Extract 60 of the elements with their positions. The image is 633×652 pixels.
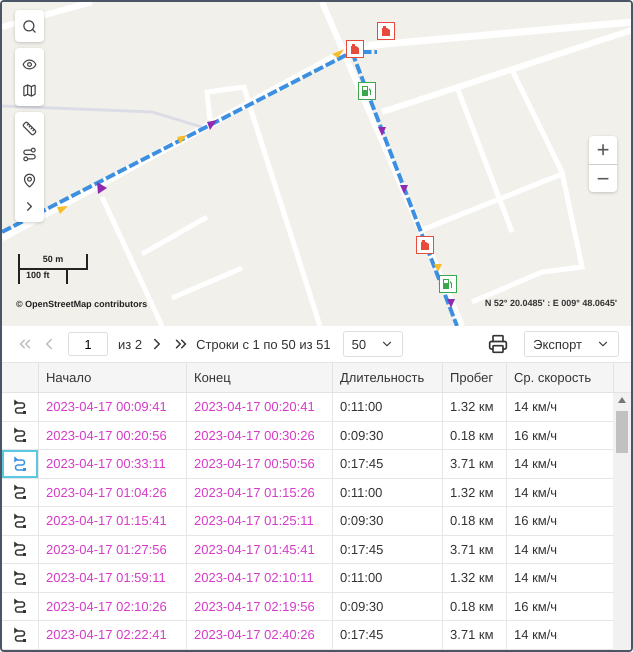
end-time-link[interactable]: 2023-04-17 01:15:26	[186, 478, 332, 506]
start-time-link[interactable]: 2023-04-17 01:59:11	[38, 564, 186, 592]
end-time-link[interactable]: 2023-04-17 01:45:41	[186, 536, 332, 563]
canister-icon[interactable]	[377, 22, 395, 40]
end-time-link[interactable]: 2023-04-17 02:40:26	[186, 621, 332, 648]
canister-icon[interactable]	[346, 40, 364, 58]
fuel-pump-icon[interactable]	[439, 275, 457, 293]
distance-cell: 1.32 км	[442, 393, 506, 420]
end-time-link[interactable]: 2023-04-17 02:19:56	[186, 592, 332, 620]
distance-cell: 3.71 км	[442, 450, 506, 478]
start-time-link[interactable]: 2023-04-17 01:15:41	[38, 507, 186, 534]
duration-cell: 0:09:30	[332, 422, 442, 449]
start-time-link[interactable]: 2023-04-17 00:33:11	[38, 450, 186, 478]
duration-cell: 0:17:45	[332, 621, 442, 648]
start-time-link[interactable]: 2023-04-17 02:22:41	[38, 621, 186, 648]
end-time-link[interactable]: 2023-04-17 02:10:11	[186, 564, 332, 592]
distance-cell: 3.71 км	[442, 621, 506, 648]
duration-cell: 0:09:30	[332, 592, 442, 620]
duration-cell: 0:11:00	[332, 478, 442, 506]
distance-cell: 1.32 км	[442, 478, 506, 506]
start-time-link[interactable]: 2023-04-17 01:27:56	[38, 536, 186, 563]
cursor-coordinates: N 52° 20.0485' : E 009° 48.0645'	[484, 298, 617, 308]
export-dropdown[interactable]: Экспорт	[524, 331, 619, 357]
distance-cell: 0.18 км	[442, 507, 506, 534]
duration-cell: 0:17:45	[332, 536, 442, 563]
column-header[interactable]: Длительность	[332, 363, 442, 392]
duration-cell: 0:11:00	[332, 393, 442, 420]
scale-bar-metric: 50 m	[18, 254, 88, 270]
duration-cell: 0:17:45	[332, 450, 442, 478]
end-time-link[interactable]: 2023-04-17 00:20:41	[186, 393, 332, 420]
rows-range: Строки с 1 по 50 из 51	[196, 336, 331, 352]
start-time-link[interactable]: 2023-04-17 02:10:26	[38, 592, 186, 620]
scrollbar-thumb[interactable]	[616, 411, 628, 453]
start-time-link[interactable]: 2023-04-17 00:20:56	[38, 422, 186, 449]
column-header[interactable]: Пробег	[442, 363, 506, 392]
distance-cell: 3.71 км	[442, 536, 506, 563]
distance-cell: 0.18 км	[442, 592, 506, 620]
map-attribution: © OpenStreetMap contributors	[16, 299, 148, 309]
duration-cell: 0:09:30	[332, 507, 442, 534]
distance-cell: 0.18 км	[442, 422, 506, 449]
page-count: из 2	[118, 336, 142, 352]
end-time-link[interactable]: 2023-04-17 00:30:26	[186, 422, 332, 449]
scale-bar-imperial: 100 ft	[18, 268, 68, 284]
page-field[interactable]: 1	[68, 332, 108, 356]
scroll-up-icon[interactable]	[618, 397, 626, 403]
start-time-link[interactable]: 2023-04-17 01:04:26	[38, 478, 186, 506]
print-icon[interactable]	[488, 334, 508, 354]
zoom-in-button[interactable]: +	[589, 136, 617, 164]
fuel-pump-icon[interactable]	[358, 82, 376, 100]
distance-cell: 1.32 км	[442, 564, 506, 592]
end-time-link[interactable]: 2023-04-17 01:25:11	[186, 507, 332, 534]
rows-per-page-select[interactable]: 50	[342, 331, 404, 357]
column-header[interactable]: Ср. скорость	[506, 363, 613, 392]
zoom-out-button[interactable]: −	[589, 164, 617, 192]
end-time-link[interactable]: 2023-04-17 00:50:56	[186, 450, 332, 478]
column-header[interactable]: Конец	[186, 363, 332, 392]
start-time-link[interactable]: 2023-04-17 00:09:41	[38, 393, 186, 420]
duration-cell: 0:11:00	[332, 564, 442, 592]
canister-icon[interactable]	[416, 236, 434, 254]
column-header[interactable]: Начало	[38, 363, 186, 392]
